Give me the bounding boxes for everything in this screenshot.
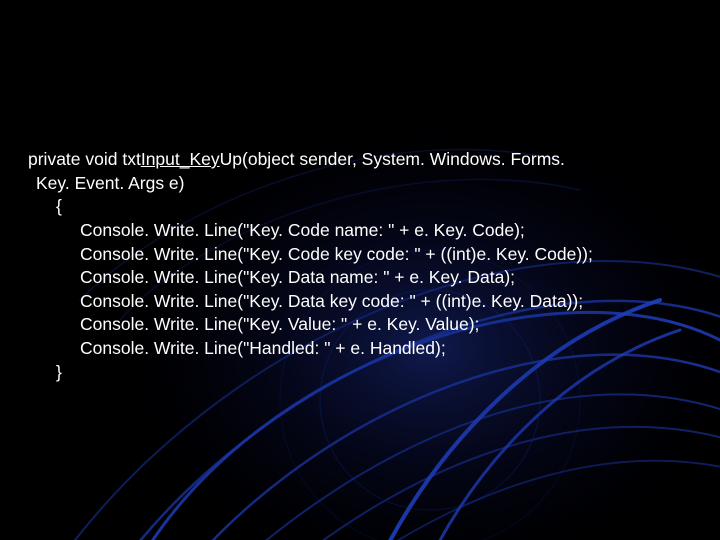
signature-line-2: Key. Event. Args e): [36, 172, 700, 196]
code-line: Console. Write. Line("Key. Code name: " …: [28, 219, 700, 243]
code-line: Console. Write. Line("Key. Code key code…: [28, 243, 700, 267]
code-line: Console. Write. Line("Handled: " + e. Ha…: [28, 337, 700, 361]
sig-underlined: Input_Key: [141, 149, 220, 169]
brace-open: {: [28, 195, 700, 219]
code-block: private void txtInput_KeyUp(object sende…: [28, 148, 700, 384]
sig-pre: private void txt: [28, 149, 141, 169]
code-line: Console. Write. Line("Key. Data name: " …: [28, 266, 700, 290]
sig-post: Up(object sender, System. Windows. Forms…: [220, 149, 565, 169]
signature-line-1: private void txtInput_KeyUp(object sende…: [28, 148, 700, 172]
code-line: Console. Write. Line("Key. Value: " + e.…: [28, 313, 700, 337]
code-line: Console. Write. Line("Key. Data key code…: [28, 290, 700, 314]
brace-close: }: [28, 361, 700, 385]
